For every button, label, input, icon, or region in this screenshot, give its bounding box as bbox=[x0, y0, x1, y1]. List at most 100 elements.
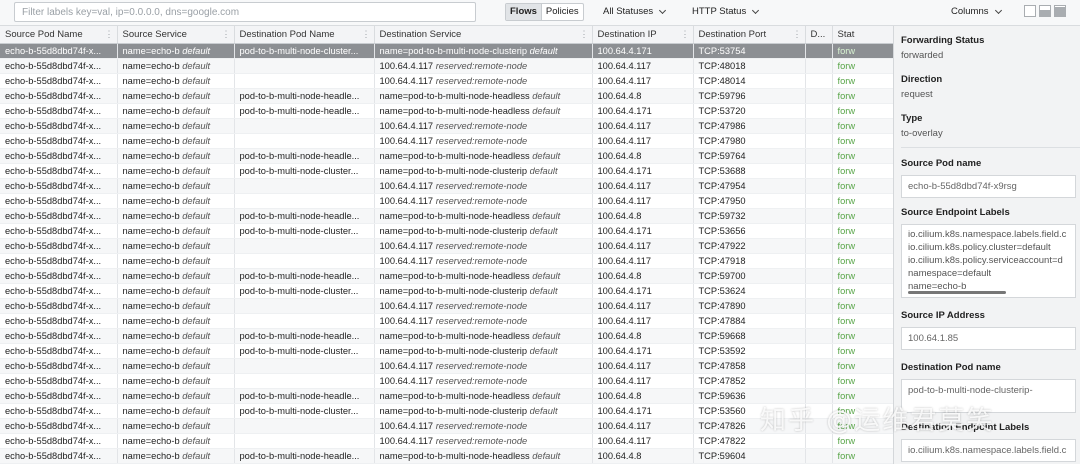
cell-text: forw bbox=[837, 285, 856, 296]
cell-text: TCP:53754 bbox=[698, 45, 746, 56]
table-row[interactable]: echo-b-55d8dbd74f-x... name=echo-b defaul… bbox=[0, 178, 894, 194]
cell-source-service: name=echo-b default bbox=[117, 103, 235, 119]
flows-tab[interactable]: Flows bbox=[506, 4, 541, 20]
table-row[interactable]: echo-b-55d8dbd74f-x... name=echo-b defaul… bbox=[0, 208, 894, 224]
cell-text: name=pod-to-b-multi-node-headless bbox=[379, 90, 530, 101]
table-row[interactable]: echo-b-55d8dbd74f-x... name=echo-b defaul… bbox=[0, 118, 894, 134]
cell-text: pod-to-b-multi-node-headle... bbox=[239, 390, 360, 401]
table-row[interactable]: echo-b-55d8dbd74f-x... name=echo-b defaul… bbox=[0, 268, 894, 284]
table-row[interactable]: echo-b-55d8dbd74f-x... name=echo-b defaul… bbox=[0, 433, 894, 449]
cell-destination-ip: 100.64.4.8 bbox=[592, 388, 694, 404]
namespace-tag: default bbox=[182, 285, 211, 296]
cell-text: name=echo-b bbox=[122, 315, 180, 326]
table-row[interactable]: echo-b-55d8dbd74f-x... name=echo-b defaul… bbox=[0, 43, 894, 59]
cell-text: pod-to-b-multi-node-headle... bbox=[239, 105, 360, 116]
cell-text: echo-b-55d8dbd74f-x... bbox=[5, 45, 102, 56]
column-menu-icon[interactable]: ⋮ bbox=[580, 29, 589, 40]
policies-tab[interactable]: Policies bbox=[540, 4, 583, 20]
cell-source-pod: echo-b-55d8dbd74f-x... bbox=[0, 163, 118, 179]
namespace-tag: reserved:remote-node bbox=[435, 60, 528, 71]
destination-labels-box[interactable]: io.cilium.k8s.namespace.labels.field.c bbox=[901, 439, 1076, 462]
cell-destination-ip: 100.64.4.117 bbox=[592, 178, 694, 194]
namespace-tag: default bbox=[532, 390, 561, 401]
table-row[interactable]: echo-b-55d8dbd74f-x... name=echo-b defaul… bbox=[0, 148, 894, 164]
table-row[interactable]: echo-b-55d8dbd74f-x... name=echo-b defaul… bbox=[0, 358, 894, 374]
header-destination-pod[interactable]: Destination Pod Name ⋮ bbox=[234, 26, 375, 44]
cell-text: pod-to-b-multi-node-headle... bbox=[239, 450, 360, 461]
source-pod-field[interactable]: echo-b-55d8dbd74f-x9rsg bbox=[901, 175, 1076, 198]
columns-dropdown[interactable]: Columns bbox=[951, 3, 1002, 21]
cell-text: forw bbox=[837, 120, 856, 131]
table-row[interactable]: echo-b-55d8dbd74f-x... name=echo-b defaul… bbox=[0, 373, 894, 389]
cell-text: name=echo-b bbox=[122, 225, 180, 236]
cell-destination-pod: pod-to-b-multi-node-cluster... bbox=[234, 223, 375, 239]
table-row[interactable]: echo-b-55d8dbd74f-x... name=echo-b defaul… bbox=[0, 253, 894, 269]
header-destination-port[interactable]: Destination Port ⋮ bbox=[693, 26, 806, 44]
flow-rows: echo-b-55d8dbd74f-x... name=echo-b defaul… bbox=[0, 43, 894, 464]
table-row[interactable]: echo-b-55d8dbd74f-x... name=echo-b defaul… bbox=[0, 328, 894, 344]
table-row[interactable]: echo-b-55d8dbd74f-x... name=echo-b defaul… bbox=[0, 283, 894, 299]
header-d[interactable]: D... bbox=[805, 26, 833, 44]
table-row[interactable]: echo-b-55d8dbd74f-x... name=echo-b defaul… bbox=[0, 418, 894, 434]
cell-source-pod: echo-b-55d8dbd74f-x... bbox=[0, 133, 118, 149]
cell-text: echo-b-55d8dbd74f-x... bbox=[5, 240, 102, 251]
cell-destination-pod bbox=[234, 418, 375, 434]
layout-panel-icon[interactable] bbox=[1054, 5, 1066, 17]
direction-value: request bbox=[901, 89, 933, 100]
column-menu-icon[interactable]: ⋮ bbox=[222, 29, 231, 40]
destination-pod-field[interactable]: pod-to-b-multi-node-clusterip- bbox=[901, 379, 1076, 413]
cell-text: echo-b-55d8dbd74f-x... bbox=[5, 105, 102, 116]
header-source-pod[interactable]: Source Pod Name ⋮ bbox=[0, 26, 118, 44]
column-menu-icon[interactable]: ⋮ bbox=[793, 29, 802, 40]
cell-destination-pod bbox=[234, 313, 375, 329]
horizontal-scrollbar[interactable] bbox=[908, 291, 1006, 294]
http-status-dropdown[interactable]: HTTP Status bbox=[692, 3, 760, 21]
cell-text: name=pod-to-b-multi-node-clusterip bbox=[379, 45, 528, 56]
cell-d bbox=[805, 133, 833, 149]
cell-destination-pod: pod-to-b-multi-node-headle... bbox=[234, 88, 375, 104]
table-row[interactable]: echo-b-55d8dbd74f-x... name=echo-b defaul… bbox=[0, 403, 894, 419]
table-row[interactable]: echo-b-55d8dbd74f-x... name=echo-b defaul… bbox=[0, 133, 894, 149]
column-menu-icon[interactable]: ⋮ bbox=[681, 29, 690, 40]
cell-d bbox=[805, 178, 833, 194]
table-row[interactable]: echo-b-55d8dbd74f-x... name=echo-b defaul… bbox=[0, 313, 894, 329]
table-row[interactable]: echo-b-55d8dbd74f-x... name=echo-b defaul… bbox=[0, 58, 894, 74]
table-row[interactable]: echo-b-55d8dbd74f-x... name=echo-b defaul… bbox=[0, 88, 894, 104]
status-filter-dropdown[interactable]: All Statuses bbox=[603, 3, 667, 21]
namespace-tag: default bbox=[529, 45, 558, 56]
table-row[interactable]: echo-b-55d8dbd74f-x... name=echo-b defaul… bbox=[0, 298, 894, 314]
cell-source-pod: echo-b-55d8dbd74f-x... bbox=[0, 73, 118, 89]
table-row[interactable]: echo-b-55d8dbd74f-x... name=echo-b defaul… bbox=[0, 193, 894, 209]
source-ip-field[interactable]: 100.64.1.85 bbox=[901, 327, 1076, 350]
header-destination-service[interactable]: Destination Service ⋮ bbox=[374, 26, 593, 44]
header-destination-ip[interactable]: Destination IP ⋮ bbox=[592, 26, 694, 44]
column-menu-icon[interactable]: ⋮ bbox=[362, 29, 371, 40]
table-row[interactable]: echo-b-55d8dbd74f-x... name=echo-b defaul… bbox=[0, 73, 894, 89]
table-row[interactable]: echo-b-55d8dbd74f-x... name=echo-b defaul… bbox=[0, 223, 894, 239]
filter-input[interactable] bbox=[14, 2, 476, 22]
column-menu-icon[interactable]: ⋮ bbox=[105, 29, 114, 40]
header-status[interactable]: Stat bbox=[832, 26, 894, 44]
header-source-service[interactable]: Source Service ⋮ bbox=[117, 26, 235, 44]
table-row[interactable]: echo-b-55d8dbd74f-x... name=echo-b defaul… bbox=[0, 448, 894, 464]
cell-destination-port: TCP:53624 bbox=[693, 283, 806, 299]
table-row[interactable]: echo-b-55d8dbd74f-x... name=echo-b defaul… bbox=[0, 388, 894, 404]
namespace-tag: default bbox=[529, 405, 558, 416]
namespace-tag: default bbox=[182, 135, 211, 146]
namespace-tag: reserved:remote-node bbox=[435, 195, 528, 206]
source-labels-box[interactable]: io.cilium.k8s.namespace.labels.field.c i… bbox=[901, 224, 1076, 298]
cell-verdict: forw bbox=[832, 328, 894, 344]
table-row[interactable]: echo-b-55d8dbd74f-x... name=echo-b defaul… bbox=[0, 103, 894, 119]
cell-verdict: forw bbox=[832, 58, 894, 74]
cell-d bbox=[805, 283, 833, 299]
cell-destination-pod bbox=[234, 298, 375, 314]
cell-text: pod-to-b-multi-node-cluster... bbox=[239, 165, 359, 176]
layout-full-icon[interactable] bbox=[1024, 5, 1036, 17]
table-row[interactable]: echo-b-55d8dbd74f-x... name=echo-b defaul… bbox=[0, 163, 894, 179]
table-row[interactable]: echo-b-55d8dbd74f-x... name=echo-b defaul… bbox=[0, 238, 894, 254]
cell-source-pod: echo-b-55d8dbd74f-x... bbox=[0, 88, 118, 104]
cell-destination-service: name=pod-to-b-multi-node-headless defaul… bbox=[374, 88, 593, 104]
table-row[interactable]: echo-b-55d8dbd74f-x... name=echo-b defaul… bbox=[0, 343, 894, 359]
layout-split-icon[interactable] bbox=[1039, 5, 1051, 17]
source-ip-title: Source IP Address bbox=[901, 310, 985, 321]
